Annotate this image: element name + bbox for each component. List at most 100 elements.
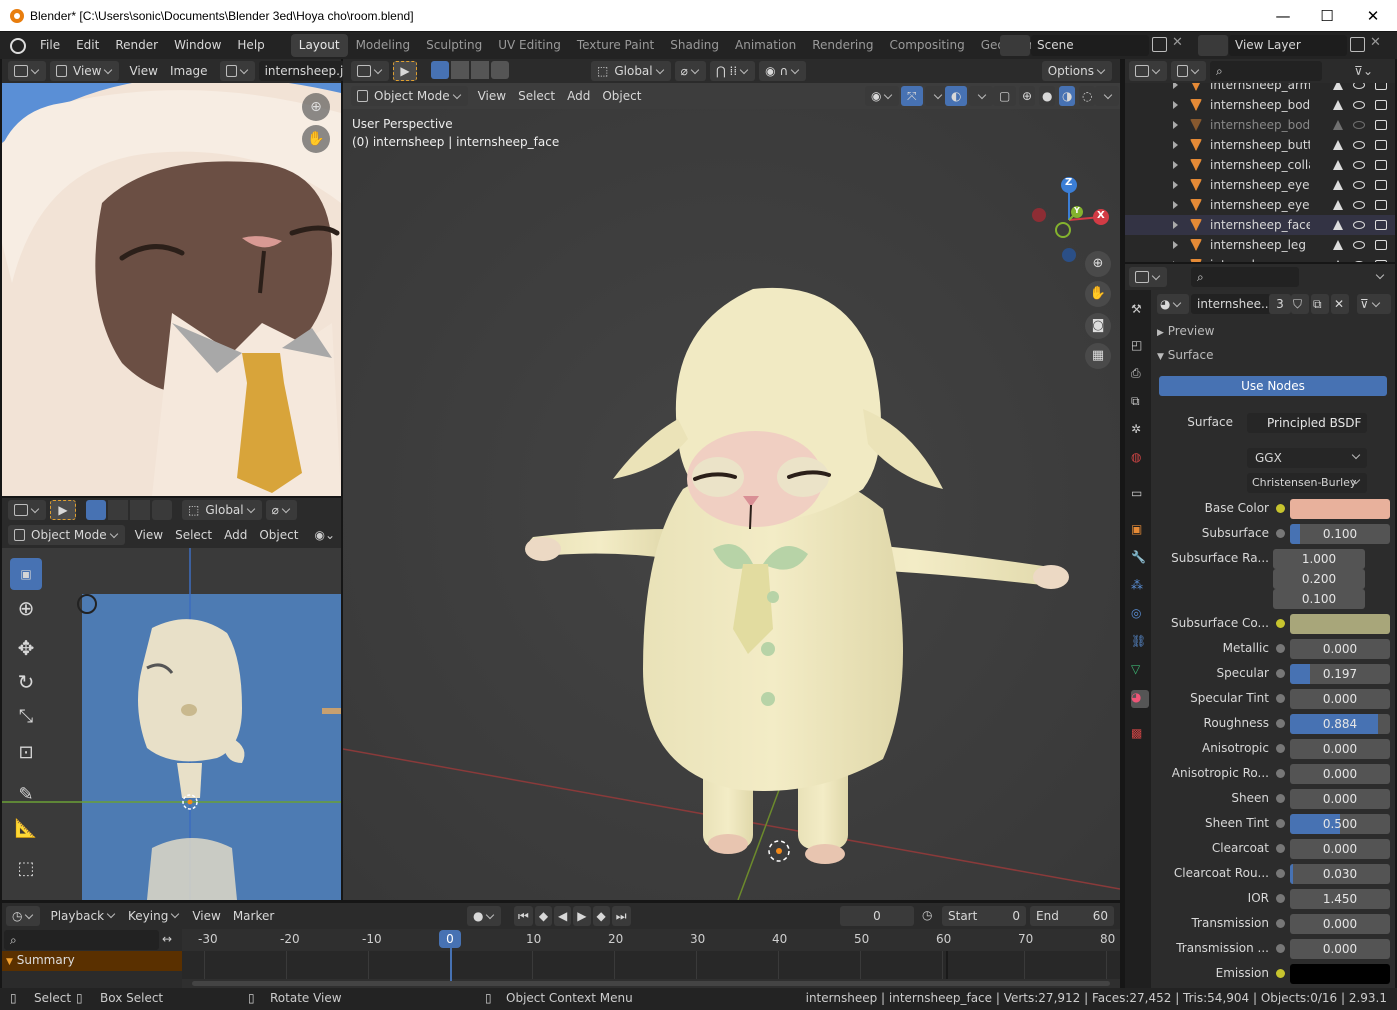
material-name-field[interactable]: internshee... [1191, 294, 1271, 314]
timeline-menu-marker[interactable]: Marker [227, 909, 280, 923]
visibility-eye-icon[interactable] [1353, 161, 1365, 169]
expand-arrow-icon[interactable] [1173, 83, 1178, 89]
properties-editor-type-icon[interactable] [1129, 267, 1167, 287]
visibility-eye-icon[interactable] [1353, 141, 1365, 149]
physics-tab-icon[interactable]: ◎ [1131, 606, 1149, 624]
view-layer-field[interactable]: View Layer [1229, 35, 1347, 56]
outliner-item[interactable]: internsheep_eyes_lir [1125, 195, 1395, 215]
subsurface-radius-z[interactable]: 0.100 [1273, 589, 1365, 609]
delete-scene-icon[interactable]: ✕ [1172, 35, 1183, 50]
snap-icon[interactable]: ⋂ ⁞⁞ [709, 61, 756, 81]
tab-sculpting[interactable]: Sculpting [418, 34, 490, 57]
close-button[interactable]: ✕ [1350, 0, 1396, 31]
specular-slider[interactable]: 0.197 [1290, 664, 1390, 684]
scene-selector-icon[interactable] [1000, 35, 1030, 56]
side-menu-view[interactable]: View [129, 528, 169, 542]
side-menu-select[interactable]: Select [169, 528, 218, 542]
roughness-slider[interactable]: 0.884 [1290, 714, 1390, 734]
prev-keyframe-icon[interactable]: ◆ [534, 906, 553, 926]
navigation-gizmo[interactable]: Z X Y [1029, 175, 1119, 265]
anisotropic-slider[interactable]: 0.000 [1290, 739, 1390, 759]
properties-search-input[interactable]: ⌕ [1191, 267, 1299, 287]
anisotropic-ro-slider[interactable]: 0.000 [1290, 764, 1390, 784]
image-view-dropdown[interactable]: View [50, 61, 120, 81]
summary-channel[interactable]: ▼ Summary [2, 951, 182, 971]
menu-window[interactable]: Window [166, 32, 229, 59]
expand-arrow-icon[interactable] [1173, 161, 1178, 169]
preview-range-icon[interactable]: ◷ [922, 908, 932, 922]
fake-user-icon[interactable]: ⛉ [1291, 294, 1309, 314]
xray-toggle-icon[interactable]: ▢ [993, 86, 1017, 106]
use-nodes-button[interactable]: Use Nodes [1159, 376, 1387, 396]
side-viewport-canvas[interactable] [2, 548, 341, 900]
ior-slider[interactable]: 1.450 [1290, 889, 1390, 909]
tab-layout[interactable]: Layout [290, 34, 348, 57]
visibility-eye-icon[interactable] [1353, 241, 1365, 249]
collection-tab-icon[interactable]: ▭ [1131, 486, 1149, 504]
playhead[interactable]: 0 [439, 930, 461, 948]
play-icon[interactable]: ▶ [573, 906, 591, 926]
specular-tint-socket-icon[interactable] [1276, 694, 1285, 703]
perspective-toggle-icon[interactable]: ▦ [1085, 343, 1111, 369]
render-camera-icon[interactable] [1375, 100, 1387, 110]
surface-panel-header[interactable]: ▼ Surface [1157, 348, 1389, 368]
tab-modeling[interactable]: Modeling [348, 34, 419, 57]
viewport-pan-icon[interactable]: ✋ [1085, 281, 1111, 307]
image-browse-icon[interactable] [219, 61, 255, 81]
clearcoat-socket-icon[interactable] [1276, 844, 1285, 853]
outliner-item[interactable]: internsheep_mouth [1125, 255, 1395, 262]
solid-shading-icon[interactable]: ● [1039, 86, 1056, 106]
tab-shading[interactable]: Shading [662, 34, 727, 57]
data-tab-icon[interactable]: ▽ [1131, 662, 1149, 680]
viewport-zoom-icon[interactable]: ⊕ [1085, 251, 1111, 277]
image-canvas[interactable]: ⊕ ✋ [2, 83, 341, 496]
selectable-icon[interactable] [1333, 260, 1343, 262]
tab-rendering[interactable]: Rendering [804, 34, 881, 57]
render-camera-icon[interactable] [1375, 180, 1387, 190]
timeline-search-input[interactable]: ⌕ [4, 930, 159, 950]
outliner-item[interactable]: internsheep_face [1125, 215, 1395, 235]
distribution-dropdown[interactable]: GGX [1247, 448, 1367, 468]
zoom-icon[interactable]: ⊕ [302, 93, 330, 121]
side-pivot-icon[interactable]: ⌀ [265, 500, 297, 520]
render-camera-icon[interactable] [1375, 83, 1387, 90]
editor-type-icon[interactable] [8, 61, 46, 81]
outliner-item[interactable]: internsheep_arm [1125, 83, 1395, 95]
image-name-field[interactable]: internsheep.jpg [258, 61, 359, 81]
sheen-tint-slider[interactable]: 0.500 [1290, 814, 1390, 834]
image-view-menu[interactable]: View [123, 64, 163, 78]
render-camera-icon[interactable] [1375, 120, 1387, 130]
mode-dropdown[interactable]: Object Mode [351, 86, 468, 106]
viewport-editor-type-icon[interactable] [351, 61, 389, 81]
outliner-search-input[interactable]: ⌕ [1210, 61, 1322, 81]
proportional-edit-icon[interactable]: ◉ ∩ [759, 61, 807, 81]
end-frame-field[interactable]: End 60 [1030, 906, 1114, 926]
emission-socket-icon[interactable] [1276, 969, 1285, 978]
scene-name-field[interactable]: Scene [1031, 35, 1149, 56]
subsurface-color-swatch[interactable] [1290, 614, 1390, 634]
outliner-filter-icon[interactable]: ⊽⌄ [1354, 64, 1373, 78]
add-cube-tool-icon[interactable]: ⬚ [10, 852, 42, 884]
sheen-socket-icon[interactable] [1276, 794, 1285, 803]
outliner-item[interactable]: internsheep_body [1125, 95, 1395, 115]
side-menu-add[interactable]: Add [218, 528, 253, 542]
preview-panel-header[interactable]: ▶ Preview [1157, 324, 1389, 344]
timeline-scrollbar[interactable] [192, 981, 1110, 986]
menu-file[interactable]: File [32, 32, 68, 59]
ior-socket-icon[interactable] [1276, 894, 1285, 903]
constraints-tab-icon[interactable]: ⛓ [1131, 634, 1149, 652]
metallic-slider[interactable]: 0.000 [1290, 639, 1390, 659]
annotate-tool-icon[interactable]: ✎ [10, 778, 42, 810]
image-menu[interactable]: Image [164, 64, 214, 78]
render-camera-icon[interactable] [1375, 240, 1387, 250]
visibility-eye-icon[interactable] [1353, 121, 1365, 129]
overlays-toggle-icon[interactable]: ◐ [945, 86, 968, 106]
blender-menu-icon[interactable] [10, 37, 26, 54]
outliner-item[interactable]: internsheep_button [1125, 135, 1395, 155]
viewport-menu-object[interactable]: Object [596, 89, 647, 103]
timeline-sync-icon[interactable]: ↔ [162, 932, 172, 946]
subsurface-slider[interactable]: 0.100 [1290, 524, 1390, 544]
transform-tool-icon[interactable]: ⊡ [10, 736, 42, 768]
render-camera-icon[interactable] [1375, 260, 1387, 262]
texture-tab-icon[interactable]: ▩ [1131, 726, 1149, 744]
